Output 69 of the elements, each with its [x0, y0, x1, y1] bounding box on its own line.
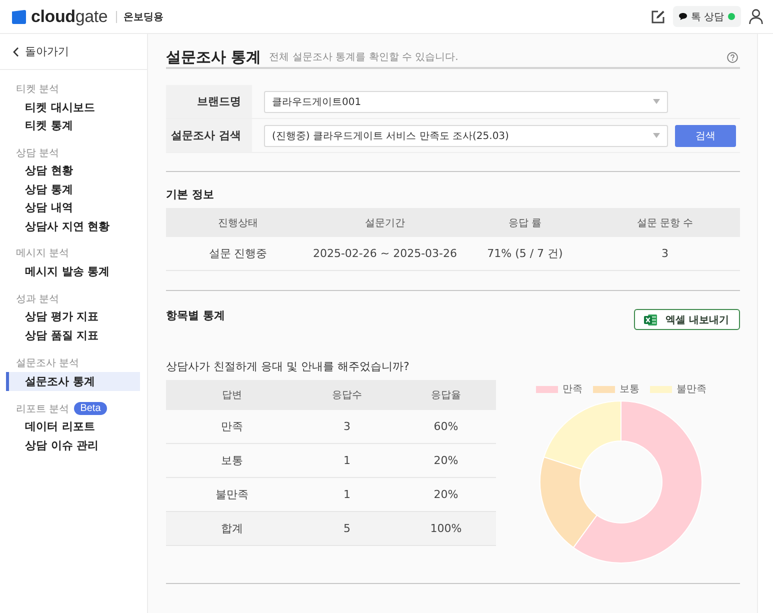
table-cell-text: 2025-02-26 ~ 2025-03-26	[312, 246, 458, 262]
section-heading: 기본 정보	[166, 188, 215, 202]
spreadsheet-icon	[644, 314, 657, 326]
column-header: 응답수	[331, 389, 363, 403]
caret-icon	[653, 99, 660, 104]
user-icon[interactable]	[749, 9, 763, 24]
nav-item[interactable]: 상담 품질 지표	[0, 326, 140, 345]
nav-item[interactable]: 설문조사 통계	[6, 372, 140, 391]
column-header: 응답율	[430, 389, 462, 403]
nav-item[interactable]: 데이터 리포트	[0, 418, 140, 436]
chat-consult-button[interactable]: 톡 상담	[672, 6, 741, 27]
table-cell-text: 만족	[220, 419, 244, 435]
column-header: 답변	[221, 389, 243, 403]
nav-item[interactable]: 상담 현황	[0, 162, 140, 180]
nav-item[interactable]: 상담 이슈 관리	[0, 436, 140, 454]
nav-item[interactable]: 티켓 대시보드	[0, 98, 140, 116]
logo-text: cloudgate	[31, 6, 108, 26]
nav-item[interactable]: 상담 통계	[0, 180, 140, 199]
dropdown-field[interactable]: 클라우드게이트001	[264, 90, 668, 112]
nav-item[interactable]: 상담사 지연 현황	[0, 216, 140, 236]
chevron-left-icon	[13, 46, 19, 56]
table-cell-text: 60%	[432, 419, 460, 435]
section-title: 티켓 분석	[16, 83, 60, 96]
column-header: 설문 문항 수	[636, 216, 694, 230]
section-title: 리포트 분석	[16, 402, 70, 416]
excel-export-button[interactable]: 엑셀 내보내기	[634, 309, 740, 330]
logo-icon	[12, 10, 26, 24]
page-subtitle: 전체 설문조사 통계를 확인할 수 있습니다.	[269, 51, 458, 64]
help-icon[interactable]	[727, 52, 738, 62]
table-cell-text: 20%	[432, 487, 460, 503]
section-heading: 항목별 통계	[166, 309, 225, 323]
dropdown-field[interactable]: (진행중) 클라우드게이트 서비스 만족도 조사(25.03)	[264, 124, 668, 146]
table-cell-text: 1	[342, 487, 352, 503]
column-header: 응답 률	[507, 216, 543, 230]
page-title: 설문조사 통계	[166, 48, 262, 66]
section-title: 메시지 분석	[16, 247, 70, 260]
legend-label: 보통	[620, 383, 640, 396]
table-cell-text: 71% (5 / 7 건)	[486, 246, 564, 262]
edit-icon[interactable]	[650, 10, 665, 24]
search-button[interactable]: 검색	[675, 124, 736, 146]
table-cell-text: 불만족	[214, 487, 250, 503]
column-header: 진행상태	[217, 216, 259, 230]
table-cell-text: 3	[660, 246, 670, 262]
table-cell-text: 5	[342, 521, 352, 537]
nav-item[interactable]: 티켓 통계	[0, 116, 140, 135]
table-cell-text: 보통	[220, 453, 244, 469]
caret-icon	[653, 133, 660, 138]
nav-item[interactable]: 상담 평가 지표	[0, 308, 140, 326]
table-cell-text: 20%	[432, 453, 460, 469]
table-cell-text: 1	[342, 453, 352, 469]
section-title: 설문조사 분석	[16, 356, 80, 370]
table-cell-text: 설문 진행중	[208, 246, 268, 262]
workspace-label: 온보딩용	[124, 10, 164, 24]
table-cell-text: 합계	[220, 521, 244, 537]
chat-bubble-icon	[678, 13, 687, 20]
legend-label: 만족	[562, 383, 582, 396]
back-link[interactable]: 돌아가기	[13, 44, 69, 59]
table-cell-text: 100%	[429, 521, 463, 537]
nav-item[interactable]: 상담 내역	[0, 198, 140, 217]
field-label: 설문조사 검색	[166, 119, 252, 152]
section-title: 상담 분석	[16, 146, 60, 160]
beta-badge: Beta	[74, 402, 107, 416]
question-text: 상담사가 친절하게 응대 및 안내를 해주었습니까?	[166, 360, 410, 374]
field-label: 브랜드명	[166, 85, 252, 118]
table-cell-text: 3	[342, 419, 352, 435]
section-title: 성과 분석	[16, 292, 60, 306]
nav-item[interactable]: 메시지 발송 통계	[0, 262, 140, 281]
column-header: 설문기간	[364, 216, 406, 230]
legend-label: 불만족	[676, 383, 706, 396]
